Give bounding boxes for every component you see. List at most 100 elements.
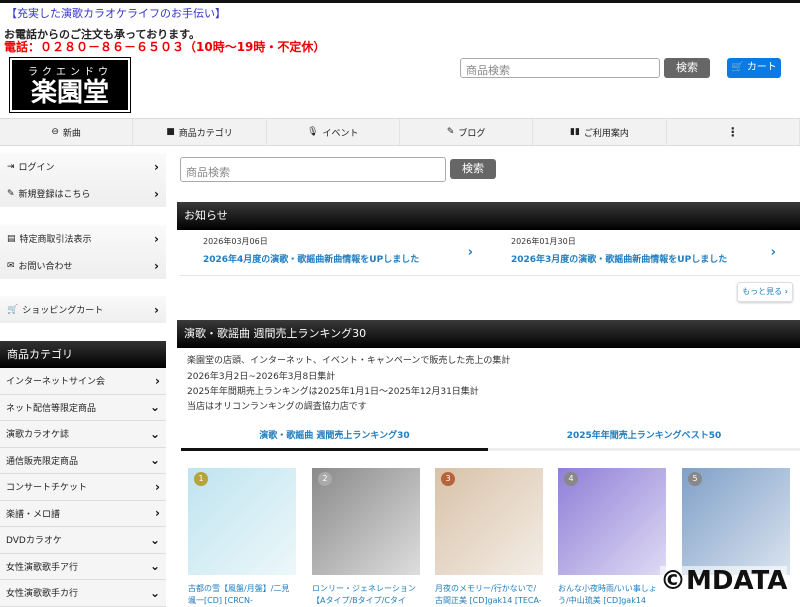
sidebar-item-legal[interactable]: ▤ 特定商取引法表示 › — [0, 225, 166, 252]
info-menu: ▤ 特定商取引法表示 › ✉ お問い合わせ › — [0, 225, 166, 279]
category-item[interactable]: 演歌カラオケ誌 ⌄ — [0, 421, 166, 448]
header-search-button[interactable]: 検索 — [664, 58, 710, 78]
tab-annual-ranking[interactable]: 2025年年間売上ランキングベスト50 — [488, 425, 800, 451]
nav-blog[interactable]: ✎ ブログ — [400, 119, 534, 145]
category-label: 楽譜・メロ譜 — [6, 509, 61, 520]
logo-kanji: 楽園堂 — [30, 78, 109, 108]
chevron-right-icon: › — [784, 287, 788, 296]
category-heading: 商品カテゴリ — [0, 341, 166, 368]
category-label: 女性演歌歌手カ行 — [6, 589, 79, 600]
product-image[interactable]: 3 — [435, 468, 543, 575]
category-item[interactable]: DVDカラオケ ⌄ — [0, 527, 166, 554]
category-list: インターネットサイン会 › ネット配信等限定商品 ⌄ 演歌カラオケ誌 ⌄ 通信販売限定商品 ⌄… — [0, 368, 166, 607]
logo-kana: ラクエンドウ — [28, 67, 112, 78]
new-icon: ⊖ — [51, 127, 59, 137]
sidebar-item-register[interactable]: ✎ 新規登録はこちら › — [0, 180, 166, 207]
category-label: ネット配信等限定商品 — [6, 403, 97, 414]
product-title[interactable]: 月夜のメモリー/行かないで/古間正美 [CD]gak14 [TECA- — [435, 583, 543, 607]
sidebar-item-contact[interactable]: ✉ お問い合わせ › — [0, 252, 166, 279]
news-title[interactable]: 2026年3月度の演歌・歌謡曲新曲情報をUPしました — [511, 252, 776, 265]
chevron-right-icon: › — [467, 245, 473, 260]
phone-number: 電話：０２８０－８６－６５０３（10時～19時・不定休） — [4, 40, 326, 54]
cart-icon: 🛒 — [7, 304, 19, 315]
edit-icon: ✎ — [446, 127, 455, 137]
category-item[interactable]: 楽譜・メロ譜 › — [0, 500, 166, 527]
rank-badge: 2 — [318, 472, 332, 486]
divider — [180, 275, 800, 276]
chevron-right-icon: › — [154, 231, 159, 246]
news-title[interactable]: 2026年4月度の演歌・歌謡曲新曲情報をUPしました — [203, 252, 473, 265]
rank-badge: 3 — [441, 472, 455, 486]
more-label: もっと見る — [742, 287, 783, 296]
map-icon: ▮▮ — [570, 127, 580, 137]
chevron-down-icon: ⌄ — [149, 585, 160, 600]
nav-guide[interactable]: ▮▮ ご利用案内 — [533, 119, 667, 145]
ranking-text: 2025年年間期売上ランキングは2025年1月1日～2025年12月31日集計 — [187, 387, 479, 397]
cart-button[interactable]: 🛒 カート — [727, 58, 781, 78]
news-date: 2026年01月30日 — [511, 237, 576, 246]
product-card[interactable]: 2 ロンリー・ジェネレーション【Aタイプ/Bタイプ/Cタイ — [312, 468, 420, 607]
category-label: インターネットサイン会 — [6, 377, 106, 388]
sidebar-label: お問い合わせ — [18, 262, 73, 272]
chevron-right-icon: › — [154, 186, 159, 201]
nav-label: 新曲 — [62, 128, 81, 139]
ranking-text: 当店はオリコンランキングの調査協力店です — [187, 402, 367, 412]
nav-category[interactable]: ■ 商品カテゴリ — [133, 119, 267, 145]
chevron-right-icon: › — [770, 245, 776, 260]
nav-label: ブログ — [458, 128, 486, 139]
category-item[interactable]: 通信販売限定商品 ⌄ — [0, 447, 166, 474]
site-logo[interactable]: ラクエンドウ 楽園堂 — [9, 57, 131, 113]
product-title[interactable]: 古都の雪【風盤/月盤】/二見颯一[CD] [CRCN-8826/8827] — [188, 583, 296, 607]
category-label: DVDカラオケ — [6, 536, 62, 547]
nav-event[interactable]: 🎙 イベント — [267, 119, 400, 145]
sidebar-item-cart[interactable]: 🛒 ショッピングカート › — [0, 296, 166, 323]
sidebar-item-login[interactable]: ⇥ ログイン › — [0, 153, 166, 180]
pencil-icon: ✎ — [7, 188, 15, 199]
ranking-heading: 演歌・歌謡曲 週間売上ランキング30 — [177, 320, 800, 348]
product-title[interactable]: ロンリー・ジェネレーション【Aタイプ/Bタイプ/Cタイ — [312, 583, 420, 607]
main-search-button[interactable]: 検索 — [450, 159, 496, 179]
product-image[interactable]: 5 — [682, 468, 790, 575]
rank-badge: 5 — [688, 472, 702, 486]
tab-weekly-ranking[interactable]: 演歌・歌謡曲 週間売上ランキング30 — [181, 425, 488, 451]
account-menu: ⇥ ログイン › ✎ 新規登録はこちら › — [0, 153, 166, 207]
cart-menu: 🛒 ショッピングカート › — [0, 296, 166, 323]
news-item[interactable]: 2026年03月06日 2026年4月度の演歌・歌謡曲新曲情報をUPしました › — [203, 236, 473, 274]
category-item[interactable]: インターネットサイン会 › — [0, 368, 166, 395]
chevron-down-icon: ⌄ — [149, 559, 160, 574]
top-bar — [0, 0, 800, 3]
sidebar-label: ショッピングカート — [22, 306, 104, 316]
nav-label: ご利用案内 — [583, 128, 629, 139]
category-label: 女性演歌歌手ア行 — [6, 562, 79, 573]
nav-new[interactable]: ⊖ 新曲 — [0, 119, 134, 145]
category-item[interactable]: ネット配信等限定商品 ⌄ — [0, 394, 166, 421]
ranking-text: 2026年3月2日~2026年3月8日集計 — [187, 372, 336, 382]
folder-icon: ■ — [166, 127, 175, 137]
product-title[interactable]: おんな小夜時雨/いい事しょう/中山琉美 [CD]gak14 — [558, 583, 666, 607]
watermark: ©MDATA — [660, 566, 788, 596]
product-image[interactable]: 1 — [188, 468, 296, 575]
header-search-input[interactable]: 商品検索 — [460, 58, 660, 78]
product-image[interactable]: 4 — [558, 468, 666, 575]
login-icon: ⇥ — [7, 161, 15, 172]
product-image[interactable]: 2 — [312, 468, 420, 575]
more-button[interactable]: もっと見る › — [737, 282, 793, 302]
category-item[interactable]: 女性演歌歌手カ行 ⌄ — [0, 580, 166, 607]
cart-label: カート — [746, 62, 777, 73]
nav-label: 商品カテゴリ — [178, 128, 233, 139]
chevron-right-icon: › — [154, 302, 159, 317]
nav-more[interactable]: ⋮ — [667, 119, 800, 145]
chevron-right-icon: › — [155, 373, 160, 388]
category-item[interactable]: コンサートチケット › — [0, 474, 166, 501]
product-card[interactable]: 4 おんな小夜時雨/いい事しょう/中山琉美 [CD]gak14 — [558, 468, 666, 607]
tagline: 【充実した演歌カラオケライフのお手伝い】 — [6, 7, 226, 20]
chevron-down-icon: ⌄ — [149, 453, 160, 468]
main-search-input[interactable]: 商品検索 — [180, 157, 446, 182]
cart-icon: 🛒 — [731, 62, 744, 73]
product-card[interactable]: 1 古都の雪【風盤/月盤】/二見颯一[CD] [CRCN-8826/8827] — [188, 468, 296, 607]
chevron-right-icon: › — [155, 506, 160, 521]
ranking-text: 楽園堂の店頭、インターネット、イベント・キャンペーンで販売した売上の集計 — [187, 356, 511, 366]
news-item[interactable]: 2026年01月30日 2026年3月度の演歌・歌謡曲新曲情報をUPしました › — [511, 236, 776, 274]
product-card[interactable]: 3 月夜のメモリー/行かないで/古間正美 [CD]gak14 [TECA- — [435, 468, 543, 607]
category-item[interactable]: 女性演歌歌手ア行 ⌄ — [0, 553, 166, 580]
